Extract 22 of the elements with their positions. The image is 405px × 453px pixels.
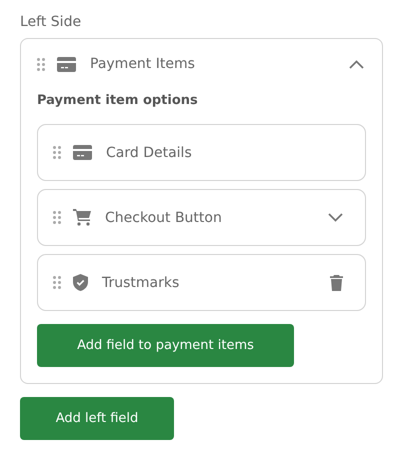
drag-handle-icon[interactable]	[37, 58, 45, 70]
cart-icon	[73, 209, 91, 226]
add-left-field-button[interactable]: Add left field	[20, 397, 174, 440]
field-item[interactable]: Trustmarks	[37, 254, 366, 311]
drag-handle-icon[interactable]	[53, 146, 61, 159]
chevron-up-icon[interactable]	[349, 60, 364, 68]
credit-card-icon	[73, 145, 92, 160]
field-item[interactable]: Card Details	[37, 124, 366, 181]
field-label: Trustmarks	[102, 274, 180, 290]
section-label: Left Side	[20, 14, 82, 30]
panel-title: Payment Items	[90, 56, 196, 72]
field-label: Checkout Button	[105, 210, 223, 226]
trash-icon[interactable]	[330, 274, 343, 290]
drag-handle-icon[interactable]	[53, 211, 61, 224]
add-field-button[interactable]: Add field to payment items	[37, 324, 294, 367]
field-label: Card Details	[106, 144, 193, 160]
options-heading: Payment item options	[37, 93, 198, 108]
drag-handle-icon[interactable]	[53, 276, 61, 289]
chevron-down-icon[interactable]	[328, 213, 343, 222]
shield-check-icon	[73, 274, 88, 291]
credit-card-icon	[57, 56, 76, 72]
field-item[interactable]: Checkout Button	[37, 189, 366, 246]
